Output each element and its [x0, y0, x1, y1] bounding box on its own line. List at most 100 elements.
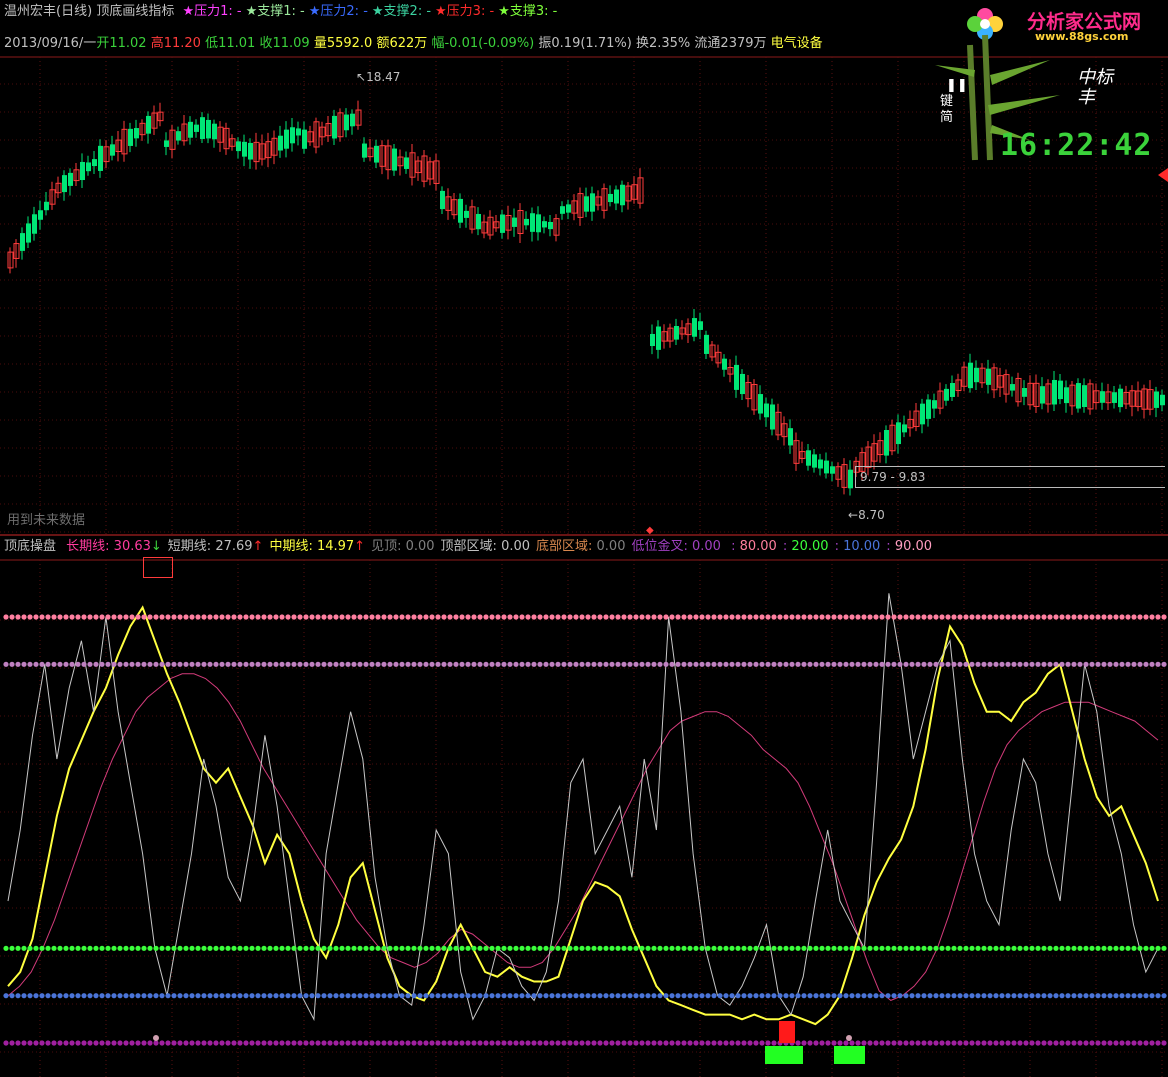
level-dot: [285, 945, 291, 951]
signal-dot: [846, 1035, 852, 1041]
level-dot: [249, 945, 255, 951]
pause-icon[interactable]: ❚❚: [946, 78, 968, 93]
level-dot: [303, 1040, 309, 1046]
level-dot: [117, 993, 123, 999]
level-dot: [987, 1040, 993, 1046]
candle-body: [290, 127, 295, 144]
level-dot: [33, 614, 39, 620]
level-dot: [591, 993, 597, 999]
candle-body: [164, 140, 169, 147]
candle-body: [200, 117, 205, 139]
candle-body: [236, 141, 241, 152]
level-dot: [675, 614, 681, 620]
level-dot: [141, 661, 147, 667]
candle-body: [824, 460, 829, 474]
level-dot: [45, 993, 51, 999]
level-dot: [729, 945, 735, 951]
level-dot: [879, 945, 885, 951]
candle-body: [440, 190, 445, 210]
level-dot: [225, 614, 231, 620]
level-dot: [999, 661, 1005, 667]
level-dot: [837, 614, 843, 620]
candle-body: [1040, 386, 1045, 404]
level-dot: [1017, 1040, 1023, 1046]
level-dot: [51, 993, 57, 999]
level-dot: [519, 1040, 525, 1046]
level-dot: [1149, 1040, 1155, 1046]
level-dot: [27, 945, 33, 951]
level-dot: [471, 993, 477, 999]
level-dot: [549, 945, 555, 951]
level-dot: [159, 614, 165, 620]
level-dot: [303, 945, 309, 951]
level-dot: [621, 993, 627, 999]
level-dot: [1005, 614, 1011, 620]
candle-body: [134, 128, 139, 139]
level-dot: [897, 614, 903, 620]
level-dot: [771, 1040, 777, 1046]
level-dot: [813, 614, 819, 620]
level-dot: [837, 1040, 843, 1046]
level-dot: [375, 661, 381, 667]
candle-body: [770, 404, 775, 430]
level-dot: [405, 993, 411, 999]
level-dot: [381, 661, 387, 667]
level-dot: [765, 945, 771, 951]
scroll-up-arrow-icon[interactable]: [1158, 168, 1168, 182]
level-dot: [1023, 993, 1029, 999]
level-dot: [441, 1040, 447, 1046]
level-dot: [291, 614, 297, 620]
level-dot: [1143, 661, 1149, 667]
level-dot: [321, 661, 327, 667]
level-dot: [123, 661, 129, 667]
level-dot: [957, 945, 963, 951]
level-dot: [249, 993, 255, 999]
level-dot: [1023, 614, 1029, 620]
level-dot: [351, 614, 357, 620]
level-dot: [357, 993, 363, 999]
level-dot: [933, 1040, 939, 1046]
level-dot: [1041, 614, 1047, 620]
candle-body: [1076, 383, 1081, 409]
level-dot: [447, 1040, 453, 1046]
level-dot: [549, 614, 555, 620]
candle-body: [404, 157, 409, 169]
level-dot: [903, 945, 909, 951]
level-dot: [915, 993, 921, 999]
level-dot: [909, 661, 915, 667]
level-dot: [669, 993, 675, 999]
indicator-values: 长期线: 30.63↓ 短期线: 27.69↑ 中期线: 14.97↑ 见顶: 0.0…: [60, 539, 721, 554]
level-dot: [945, 661, 951, 667]
level-dot: [225, 945, 231, 951]
level-dot: [435, 1040, 441, 1046]
level-dot: [735, 1040, 741, 1046]
candle-body: [26, 223, 31, 243]
level-dot: [999, 945, 1005, 951]
level-dot: [69, 1040, 75, 1046]
level-dot: [927, 1040, 933, 1046]
level-dot: [591, 614, 597, 620]
level-dot: [135, 945, 141, 951]
level-dot: [537, 661, 543, 667]
level-dot: [279, 993, 285, 999]
level-dot: [3, 945, 9, 951]
level-dot: [429, 945, 435, 951]
level-dot: [1017, 661, 1023, 667]
candle-body: [1112, 392, 1117, 403]
level-dot: [63, 945, 69, 951]
level-dot: [639, 945, 645, 951]
level-dot: [363, 945, 369, 951]
level-dot: [945, 993, 951, 999]
level-dot: [963, 993, 969, 999]
level-dot: [579, 661, 585, 667]
range-box-value: 9.79 - 9.83: [860, 470, 926, 484]
candle-body: [176, 131, 181, 141]
level-dot: [681, 1040, 687, 1046]
level-dot: [153, 945, 159, 951]
level-dot: [255, 993, 261, 999]
level-dot: [843, 945, 849, 951]
level-dot: [645, 661, 651, 667]
level-dot: [669, 614, 675, 620]
signal-dot: [153, 1035, 159, 1041]
candle-body: [896, 422, 901, 445]
